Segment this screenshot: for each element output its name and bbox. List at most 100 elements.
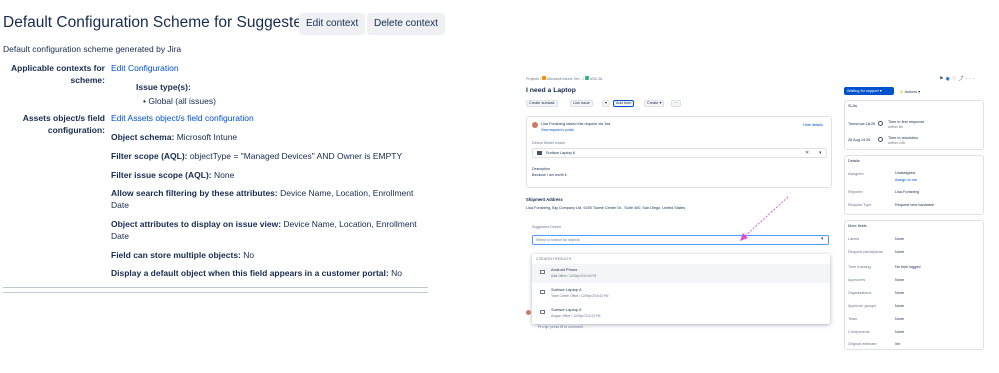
filter-scope-value: objectType = "Managed Devices" AND Owner…: [189, 151, 403, 161]
field-value[interactable]: None: [895, 250, 904, 254]
object-schema-value: Microsoft Intune: [176, 132, 238, 142]
label-line: scheme:: [70, 74, 106, 85]
request-type-label: Request Type: [848, 203, 872, 207]
field-value[interactable]: 0m: [895, 342, 900, 346]
field-value[interactable]: None: [895, 237, 904, 241]
default-object-value: No: [391, 268, 402, 278]
filter-issue-scope-label: Filter issue scope (AQL):: [111, 170, 212, 180]
field-value[interactable]: None: [895, 291, 904, 295]
field-value[interactable]: None: [895, 278, 904, 282]
search-results-dropdown: 3 SEARCH RESULTS Android Phone Altai Off…: [532, 254, 830, 324]
assets-field-config-label: Assets object/s field configuration:: [23, 113, 105, 136]
clear-icon[interactable]: ✕: [805, 150, 809, 156]
breadcrumb-projects[interactable]: Projects: [526, 77, 539, 81]
actions-button[interactable]: ⚡ Actions ▾: [899, 89, 920, 94]
search-filter-attributes-row: Allow search filtering by these attribut…: [111, 188, 421, 211]
result-name: Surface Laptop 6: [551, 307, 582, 312]
field-value[interactable]: None: [895, 317, 904, 321]
field-label: Labels: [848, 237, 860, 241]
clock-icon: [878, 137, 883, 142]
edit-assets-config-link[interactable]: Edit Assets object/s field configuration: [111, 113, 421, 125]
field-value[interactable]: None: [895, 304, 904, 308]
issue-type-value: Global (all issues): [148, 96, 216, 106]
arrow-line: [743, 196, 789, 238]
breadcrumb-project[interactable]: Microsoft Intune Ser...: [547, 77, 582, 81]
field-label: Approver groups: [848, 304, 877, 308]
request-details-card: Lisa Fonsberg raised this request via Ji…: [526, 116, 832, 188]
breadcrumb-issue[interactable]: ASD-36: [590, 77, 603, 81]
filter-scope-row: Filter scope (AQL): objectType = "Manage…: [111, 151, 421, 163]
scheme-description: Default configuration scheme generated b…: [3, 44, 182, 54]
description-value: Because I am worth it: [532, 173, 567, 177]
result-item[interactable]: Surface Laptop 6 Aragon Office / 12/Sep/…: [532, 304, 830, 323]
hide-details-link[interactable]: Hide details: [803, 123, 823, 127]
sla2-text-1: Time to resolution: [888, 136, 919, 140]
device-icon: [540, 290, 545, 294]
create-subtask-button[interactable]: Create subtask: [526, 100, 558, 107]
field-label: Team: [848, 317, 858, 321]
label-line: Assets object/s field: [22, 113, 105, 123]
multiple-objects-row: Field can store multiple objects: No: [111, 250, 421, 262]
field-context-config-panel: Default Configuration Scheme for Suggest…: [0, 0, 445, 373]
sla1-text-2: within 8h: [888, 125, 903, 129]
assign-to-me-link[interactable]: Assign to me: [895, 178, 917, 182]
reporter-label: Reporter: [848, 190, 863, 194]
clock-icon: [878, 121, 883, 126]
result-item[interactable]: Surface Laptop 6 Team Center Office / 12…: [532, 284, 830, 303]
shipment-label: Shipment Address: [526, 197, 563, 202]
link-issue-dropdown[interactable]: ▾: [602, 100, 610, 107]
assignee-value[interactable]: Unassigned: [895, 171, 915, 175]
device-icon: [537, 151, 542, 155]
display-attributes-row: Object attributes to display on issue vi…: [111, 219, 421, 242]
create-button[interactable]: Create ▾: [644, 100, 665, 107]
object-schema-label: Object schema:: [111, 132, 175, 142]
more-icon[interactable]: ···: [965, 76, 976, 82]
commenter-avatar: [526, 310, 531, 315]
default-object-label: Display a default object when this field…: [111, 268, 389, 278]
issue-title[interactable]: I need a Laptop: [526, 87, 576, 94]
reporter-value[interactable]: Lisa Fonsberg: [895, 190, 919, 194]
edit-configuration-link[interactable]: Edit Configuration: [111, 63, 421, 75]
request-type-value[interactable]: Request new hardware: [895, 203, 934, 207]
field-value[interactable]: None: [895, 330, 904, 334]
delete-context-button[interactable]: Delete context: [367, 13, 445, 35]
add-form-button[interactable]: Add form: [613, 100, 635, 107]
chevron-down-icon[interactable]: ▾: [821, 236, 824, 242]
result-meta: Team Center Office / 12/Sep/23 8:43 PM: [551, 294, 609, 298]
link-issue-button[interactable]: Link issue: [570, 100, 593, 107]
description-label: Description: [532, 167, 550, 171]
object-schema-row: Object schema: Microsoft Intune: [111, 132, 421, 144]
pro-tip: Pro tip: press M to comment: [538, 325, 583, 329]
field-label: Organizations: [848, 291, 872, 295]
issue-type-item: • Global (all issues): [143, 96, 453, 108]
view-in-portal-link[interactable]: View request in portal: [541, 128, 574, 132]
filter-issue-scope-row: Filter issue scope (AQL): None: [111, 170, 421, 182]
add-form-label: Add form: [616, 101, 632, 105]
filter-issue-scope-value: None: [213, 170, 235, 180]
device-model-value: Surface Laptop 6: [546, 151, 575, 155]
issue-header-icons[interactable]: ⚑◉♡⤴···: [939, 75, 976, 82]
requester-line: Lisa Fonsberg raised this request via Ji…: [541, 122, 611, 126]
status-button[interactable]: Waiting for support ▾: [844, 87, 894, 95]
sla1-text-1: Time to first response: [888, 120, 925, 124]
chevron-down-icon[interactable]: ▾: [819, 150, 822, 156]
field-value[interactable]: No time logged: [895, 265, 921, 269]
breadcrumb: Projects / Microsoft Intune Ser... / ASD…: [526, 76, 603, 81]
device-model-label: Device Model choice: [532, 141, 566, 145]
result-meta: Aragon Office / 12/Sep/23 8:43 PM: [551, 314, 601, 318]
default-object-row: Display a default object when this field…: [111, 268, 441, 280]
field-label: Original estimate: [848, 342, 877, 346]
suggested-device-label: Suggested Device: [532, 225, 562, 229]
shipment-value: Lisa Fonsberg, Big Company Ltd, 9255 Tow…: [526, 206, 686, 210]
edit-context-button[interactable]: Edit context: [299, 13, 366, 35]
jira-issue-screenshot: Projects / Microsoft Intune Ser... / ASD…: [524, 70, 999, 370]
arrow-head: [740, 233, 748, 241]
device-model-select[interactable]: Surface Laptop 6 ✕ ▾: [532, 148, 827, 158]
results-header: 3 SEARCH RESULTS: [536, 257, 572, 261]
more-actions-icon[interactable]: ···: [671, 100, 681, 107]
create-label: Create: [647, 101, 659, 105]
issue-type-icon: [584, 76, 589, 80]
applicable-contexts-label: Applicable contexts for scheme:: [11, 63, 105, 86]
result-item[interactable]: Android Phone Altai Office / 12/Sep/23 8…: [532, 264, 830, 283]
issue-types-label: Issue type(s):: [136, 82, 191, 92]
